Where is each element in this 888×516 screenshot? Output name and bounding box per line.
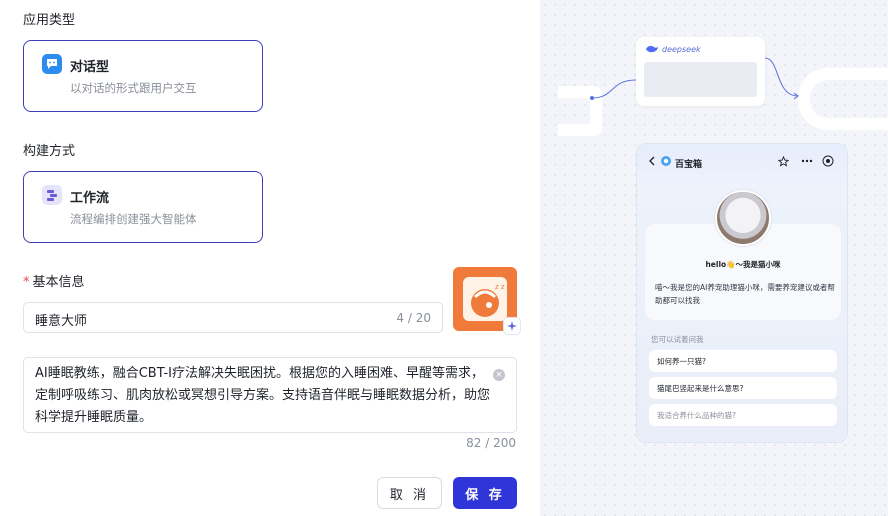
chat-header: 百宝箱 [637, 144, 847, 184]
create-app-form: 应用类型 对话型 以对话的形式跟用户交互 构建方式 工作流 流程编排创建强大智能… [0, 0, 540, 516]
star-icon[interactable] [777, 155, 789, 167]
build-method-card-workflow[interactable]: 工作流 流程编排创建强大智能体 [23, 171, 263, 243]
record-icon[interactable] [822, 155, 834, 167]
required-mark: * [23, 275, 30, 290]
save-button[interactable]: 保 存 [453, 477, 517, 509]
build-method-desc: 流程编排创建强大智能体 [70, 212, 197, 226]
suggested-question[interactable]: 猫尾巴竖起来是什么意思? [649, 377, 837, 399]
build-method-label: 构建方式 [23, 144, 76, 159]
app-type-title: 对话型 [70, 60, 110, 75]
description-count: 82 / 200 [466, 436, 516, 450]
deepseek-whale-icon [646, 45, 658, 53]
app-type-card-chat[interactable]: 对话型 以对话的形式跟用户交互 [23, 40, 263, 112]
suggested-question[interactable]: 我适合养什么品种的猫? [649, 404, 837, 426]
intro-text: 喵～我是您的AI养宠助理猫小咪，需要养宠建议或者帮助都可以找我 [655, 283, 835, 305]
cancel-button[interactable]: 取 消 [377, 477, 442, 509]
app-description-text: AI睡眠教练，融合CBT-I疗法解决失眠困扰。根据您的入睡困难、早醒等需求，定制… [35, 366, 491, 425]
app-name-value: 睡意大师 [35, 314, 88, 329]
workflow-icon [42, 185, 62, 205]
chat-title: 百宝箱 [675, 160, 703, 170]
app-type-desc: 以对话的形式跟用户交互 [70, 81, 197, 95]
svg-text:z z: z z [495, 283, 505, 291]
clear-icon[interactable]: × [493, 369, 505, 381]
back-arrow-icon[interactable] [646, 155, 658, 167]
suggested-question[interactable]: 如何养一只猫? [649, 350, 837, 372]
basic-info-text: 基本信息 [32, 275, 85, 290]
greeting-text: hello👋～我是猫小咪 [705, 260, 781, 269]
app-name-input[interactable]: 睡意大师 4 / 20 [23, 302, 443, 333]
chat-bubble-icon [42, 54, 62, 74]
basic-info-label: * 基本信息 [23, 271, 85, 290]
more-icon[interactable] [801, 155, 813, 167]
node-content-placeholder [644, 62, 757, 97]
app-description-textarea[interactable]: AI睡眠教练，融合CBT-I疗法解决失眠困扰。根据您的入睡困难、早醒等需求，定制… [23, 357, 517, 433]
app-avatar-upload[interactable]: z z [453, 267, 521, 335]
build-method-title: 工作流 [70, 191, 110, 206]
suggestions-label: 您可以试着问我 [651, 335, 704, 344]
ai-generate-icon[interactable] [503, 317, 521, 335]
baibaoxiang-logo-icon [660, 155, 672, 167]
cat-avatar [715, 190, 771, 246]
chat-preview-phone: 百宝箱 hello👋～我是猫小咪 喵～我是您的AI养宠助理猫小咪，需要养宠建议或… [636, 143, 848, 443]
deepseek-node: deepseek [636, 37, 765, 106]
deepseek-label: deepseek [662, 45, 701, 54]
app-name-count: 4 / 20 [396, 311, 431, 325]
app-type-label: 应用类型 [23, 13, 76, 28]
